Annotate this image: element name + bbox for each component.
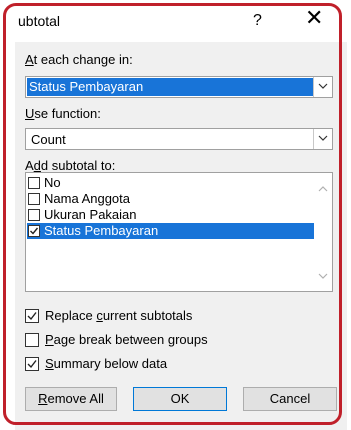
highlight-outline [3, 3, 342, 425]
